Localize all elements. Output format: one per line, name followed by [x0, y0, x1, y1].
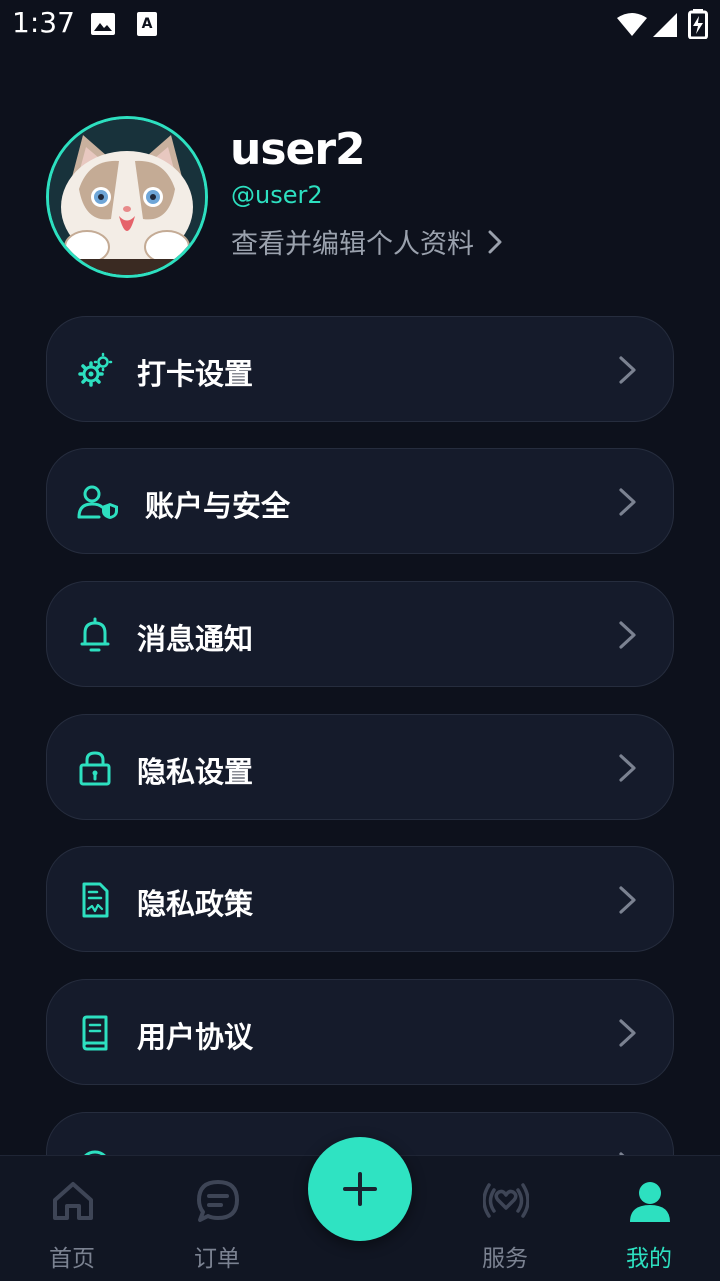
menu-item-checkin-settings[interactable]: 打卡设置 [46, 316, 674, 422]
add-button[interactable] [308, 1137, 412, 1241]
menu-item-privacy-policy[interactable]: 隐私政策 [46, 846, 674, 952]
broadcast-heart-icon [483, 1183, 529, 1218]
person-icon [630, 1182, 670, 1222]
menu-item-privacy-settings[interactable]: 隐私设置 [46, 714, 674, 820]
nav-item-orders[interactable]: 订单 [157, 1156, 277, 1281]
bell-icon [80, 617, 110, 652]
image-icon [91, 13, 115, 35]
username: user2 [230, 124, 366, 175]
menu-item-label: 隐私政策 [137, 887, 254, 921]
nav-label: 服务 [482, 1246, 528, 1272]
home-icon [53, 1182, 93, 1220]
chevron-right-icon [619, 621, 636, 649]
chevron-right-icon [619, 754, 636, 782]
status-time: 1:37 [12, 6, 75, 39]
svg-text:A: A [142, 16, 153, 32]
nav-item-services[interactable]: 服务 [445, 1156, 565, 1281]
user-shield-icon [77, 485, 118, 519]
nav-label: 首页 [49, 1246, 95, 1272]
nav-item-home[interactable]: 首页 [12, 1156, 132, 1281]
chat-icon [197, 1180, 239, 1222]
menu-item-label: 用户协议 [137, 1020, 254, 1054]
menu-item-label: 隐私设置 [137, 755, 254, 789]
avatar[interactable] [46, 116, 208, 278]
signal-icon [653, 13, 677, 37]
chevron-right-icon [619, 1019, 636, 1047]
menu-item-notifications[interactable]: 消息通知 [46, 581, 674, 687]
chevron-right-icon [619, 356, 636, 384]
menu-item-label: 账户与安全 [145, 489, 291, 523]
keyboard-a-icon: A [137, 12, 157, 36]
book-icon [82, 1015, 108, 1051]
chevron-right-icon [619, 886, 636, 914]
menu-item-label: 消息通知 [137, 622, 254, 656]
nav-item-me[interactable]: 我的 [589, 1156, 709, 1281]
nav-label: 我的 [626, 1246, 672, 1272]
nav-label: 订单 [194, 1246, 240, 1272]
wifi-icon [617, 13, 647, 36]
user-handle: @user2 [231, 181, 323, 209]
battery-charging-icon [688, 9, 708, 39]
lock-icon [79, 751, 111, 786]
document-icon [82, 882, 109, 918]
menu-item-account-security[interactable]: 账户与安全 [46, 448, 674, 554]
menu-item-user-agreement[interactable]: 用户协议 [46, 979, 674, 1085]
cat-avatar-image [49, 119, 205, 275]
gears-icon [78, 352, 113, 387]
menu-item-label: 打卡设置 [137, 357, 254, 391]
plus-icon [343, 1172, 377, 1206]
chevron-right-icon [488, 230, 502, 253]
edit-profile-label: 查看并编辑个人资料 [231, 229, 474, 260]
status-bar: 1:37 A [0, 0, 720, 48]
edit-profile-link[interactable]: 查看并编辑个人资料 [231, 222, 502, 261]
chevron-right-icon [619, 488, 636, 516]
